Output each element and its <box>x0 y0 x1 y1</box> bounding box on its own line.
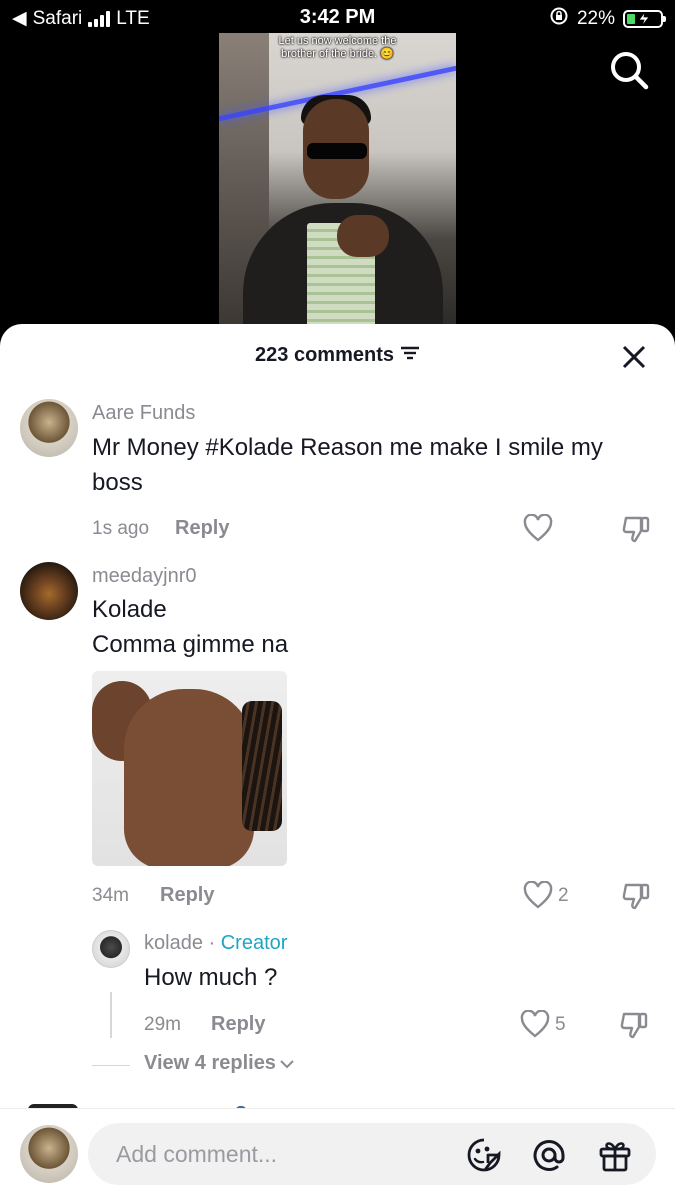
battery-percent: 22% <box>576 8 615 29</box>
like-count: 5 <box>555 1014 566 1035</box>
heart-icon[interactable] <box>520 1009 550 1043</box>
comment-input[interactable] <box>116 1123 456 1185</box>
comments-header: 223 comments <box>0 344 675 374</box>
reply-button[interactable]: Reply <box>211 1013 265 1036</box>
comment-text: Mr Money #Kolade Reason me make I smile … <box>92 434 603 496</box>
avatar[interactable] <box>20 399 78 457</box>
reply-username[interactable]: kolade <box>144 932 203 954</box>
chevron-down-icon <box>280 1052 294 1075</box>
status-bar: ◀ Safari LTE 3:42 PM 22% <box>0 0 675 34</box>
avatar <box>20 1125 78 1183</box>
filter-icon <box>400 344 420 367</box>
emoji-icon[interactable] <box>466 1137 502 1178</box>
reply-button[interactable]: Reply <box>160 884 214 907</box>
reply-text: How much ? <box>144 964 278 991</box>
divider <box>92 1065 130 1066</box>
comments-sheet: 223 comments Aare Funds Mr Money #Kolade… <box>0 324 675 1200</box>
thumbs-down-icon[interactable] <box>621 514 651 549</box>
status-bar-right: 22% <box>549 6 666 32</box>
comment-username[interactable]: meedayjnr0 <box>92 565 197 588</box>
comment-time: 34m <box>92 885 129 906</box>
comment-text: Kolade Comma gimme na <box>92 596 289 658</box>
video-caption: Let us now welcome the brother of the br… <box>278 35 397 60</box>
comment-input-container[interactable] <box>88 1123 656 1185</box>
search-icon[interactable] <box>609 50 649 90</box>
gift-icon[interactable] <box>597 1137 633 1178</box>
comment-count-button[interactable]: 223 comments <box>255 344 420 367</box>
at-icon[interactable] <box>531 1137 567 1178</box>
reply-time: 29m <box>144 1014 181 1035</box>
comment-time: 1s ago <box>92 518 150 539</box>
view-replies-button[interactable]: View 4 replies <box>144 1052 294 1075</box>
comment-image[interactable] <box>92 671 287 866</box>
heart-icon[interactable] <box>523 513 553 547</box>
comment-count: 223 comments <box>255 344 394 366</box>
like-count: 2 <box>558 885 569 906</box>
thumbs-down-icon[interactable] <box>619 1010 649 1045</box>
comment-username[interactable]: Aare Funds <box>92 402 195 425</box>
thread-line <box>110 992 112 1038</box>
reply-button[interactable]: Reply <box>175 517 229 540</box>
creator-badge: Creator <box>220 932 288 954</box>
close-icon[interactable] <box>621 344 647 370</box>
battery-icon <box>623 10 666 28</box>
comment-composer <box>0 1108 675 1200</box>
reply-username-row: kolade · Creator <box>144 932 288 954</box>
avatar[interactable] <box>20 562 78 620</box>
sunglasses <box>307 143 367 159</box>
orientation-lock-icon <box>549 6 569 32</box>
video-player[interactable]: Let us now welcome the brother of the br… <box>219 33 456 328</box>
thumbs-down-icon[interactable] <box>621 881 651 916</box>
avatar[interactable] <box>92 930 130 968</box>
heart-icon[interactable] <box>523 880 553 914</box>
